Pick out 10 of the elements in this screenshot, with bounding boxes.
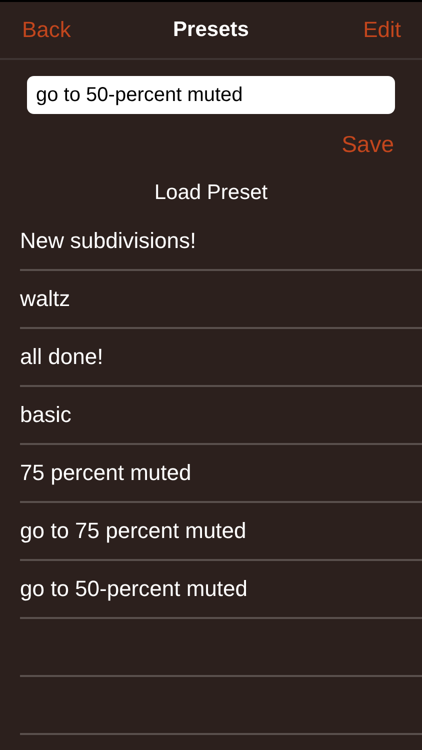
preset-item[interactable]: all done! bbox=[20, 344, 104, 370]
preset-item[interactable]: 75 percent muted bbox=[20, 460, 192, 486]
preset-item[interactable]: basic bbox=[20, 402, 72, 428]
preset-name-field[interactable]: go to 50-percent muted bbox=[27, 76, 395, 114]
preset-item[interactable]: New subdivisions! bbox=[20, 228, 196, 254]
screen-title: Presets bbox=[173, 18, 249, 42]
preset-item[interactable]: waltz bbox=[20, 286, 70, 312]
preset-item[interactable]: go to 75 percent muted bbox=[20, 518, 246, 544]
list-header: Load Preset bbox=[153, 181, 269, 206]
preset-item[interactable]: go to 50-percent muted bbox=[20, 576, 248, 602]
